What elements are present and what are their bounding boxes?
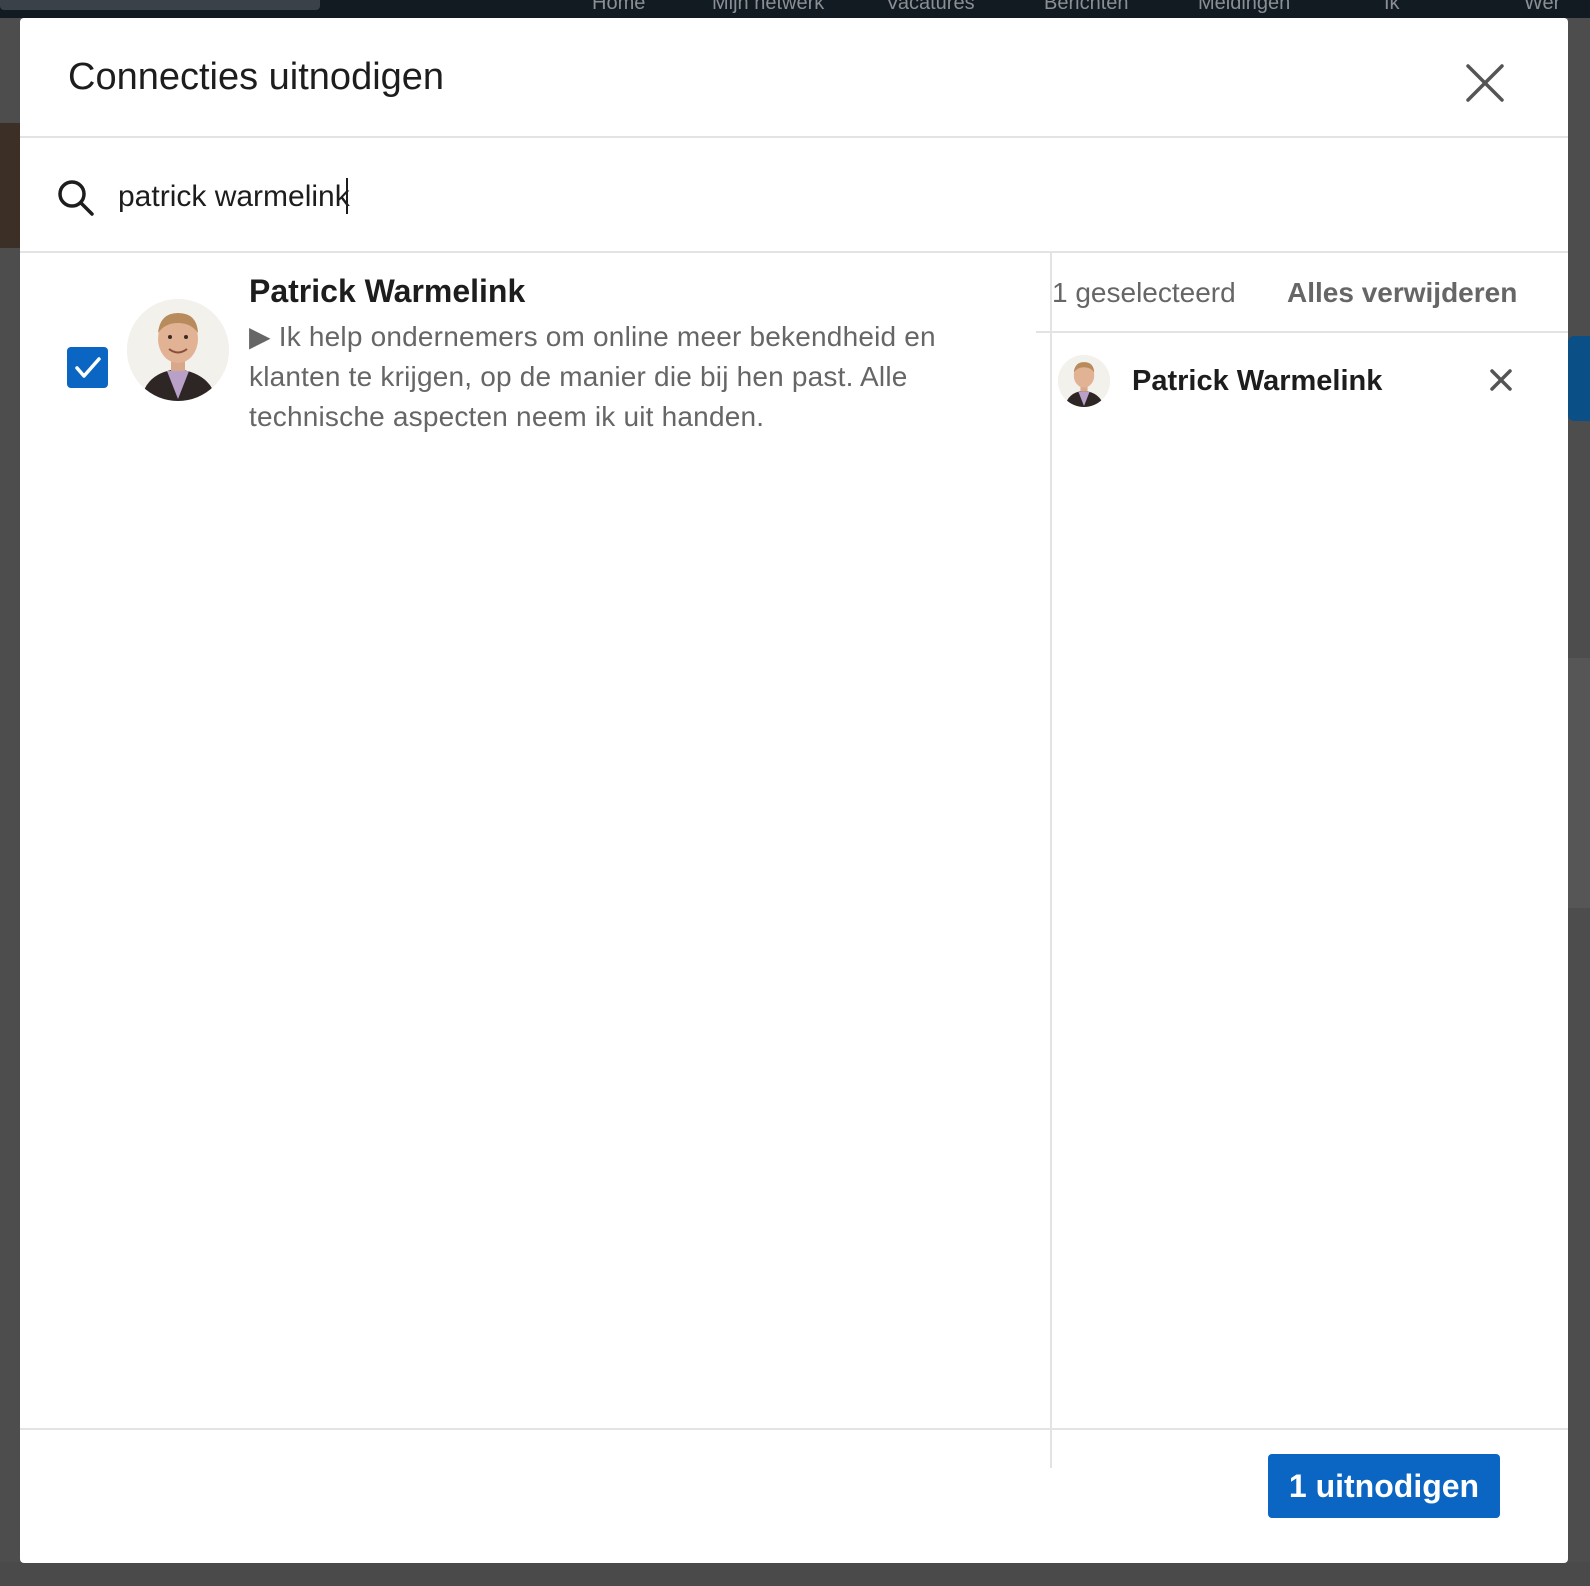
close-icon (1490, 369, 1512, 391)
background-nav-home: Home (592, 0, 646, 14)
select-checkbox[interactable] (67, 347, 108, 388)
invite-connections-modal: Connecties uitnodigen patrick warmelink … (20, 18, 1568, 1563)
avatar (1058, 355, 1110, 407)
background-nav-notifications: Meldingen (1198, 0, 1291, 14)
close-button[interactable] (1460, 58, 1510, 108)
background-nav: Home Mijn netwerk Vacatures Berichten Me… (0, 0, 1590, 18)
search-input[interactable] (118, 172, 1018, 222)
close-icon (1466, 64, 1504, 102)
background-nav-jobs: Vacatures (886, 0, 975, 14)
modal-header: Connecties uitnodigen (20, 18, 1568, 138)
background-left-column (0, 18, 20, 1586)
modal-title: Connecties uitnodigen (68, 56, 445, 98)
selected-count: 1 geselecteerd (1052, 277, 1236, 308)
background-search-bar (0, 0, 320, 10)
selected-person-name: Patrick Warmelink (1132, 365, 1383, 397)
remove-selected-button[interactable] (1488, 367, 1514, 393)
background-image (0, 123, 20, 248)
profile-photo (127, 299, 229, 401)
avatar (127, 299, 229, 401)
modal-footer: 1 uitnodigen (20, 1428, 1568, 1563)
remove-all-button[interactable]: Alles verwijderen (1287, 277, 1517, 309)
text-caret (346, 178, 348, 214)
background-bottom (0, 1562, 1590, 1586)
profile-photo (1058, 355, 1110, 407)
search-results-list: Patrick Warmelink ▶ Ik help ondernemers … (20, 253, 1052, 1468)
list-item[interactable]: Patrick Warmelink ▶ Ik help ondernemers … (20, 253, 1050, 453)
checkmark-icon (75, 357, 101, 378)
person-headline: ▶ Ik help ondernemers om online meer bek… (249, 321, 936, 432)
background-nav-me: Ik (1384, 0, 1400, 14)
background-nav-work: Wer (1524, 0, 1561, 14)
search-icon (58, 180, 94, 216)
background-nav-network: Mijn netwerk (712, 0, 825, 14)
background-button (1568, 336, 1590, 421)
person-name[interactable]: Patrick Warmelink (249, 273, 525, 310)
selected-panel: 1 geselecteerd Alles verwijderen Patrick… (1036, 253, 1568, 1468)
background-card (1568, 658, 1590, 908)
background-right-column (1568, 18, 1590, 1586)
invite-button[interactable]: 1 uitnodigen (1268, 1454, 1500, 1518)
selected-item: Patrick Warmelink (1036, 333, 1568, 433)
background-nav-messages: Berichten (1044, 0, 1129, 14)
search-bar (20, 138, 1568, 253)
selected-header: 1 geselecteerd Alles verwijderen (1036, 253, 1568, 333)
